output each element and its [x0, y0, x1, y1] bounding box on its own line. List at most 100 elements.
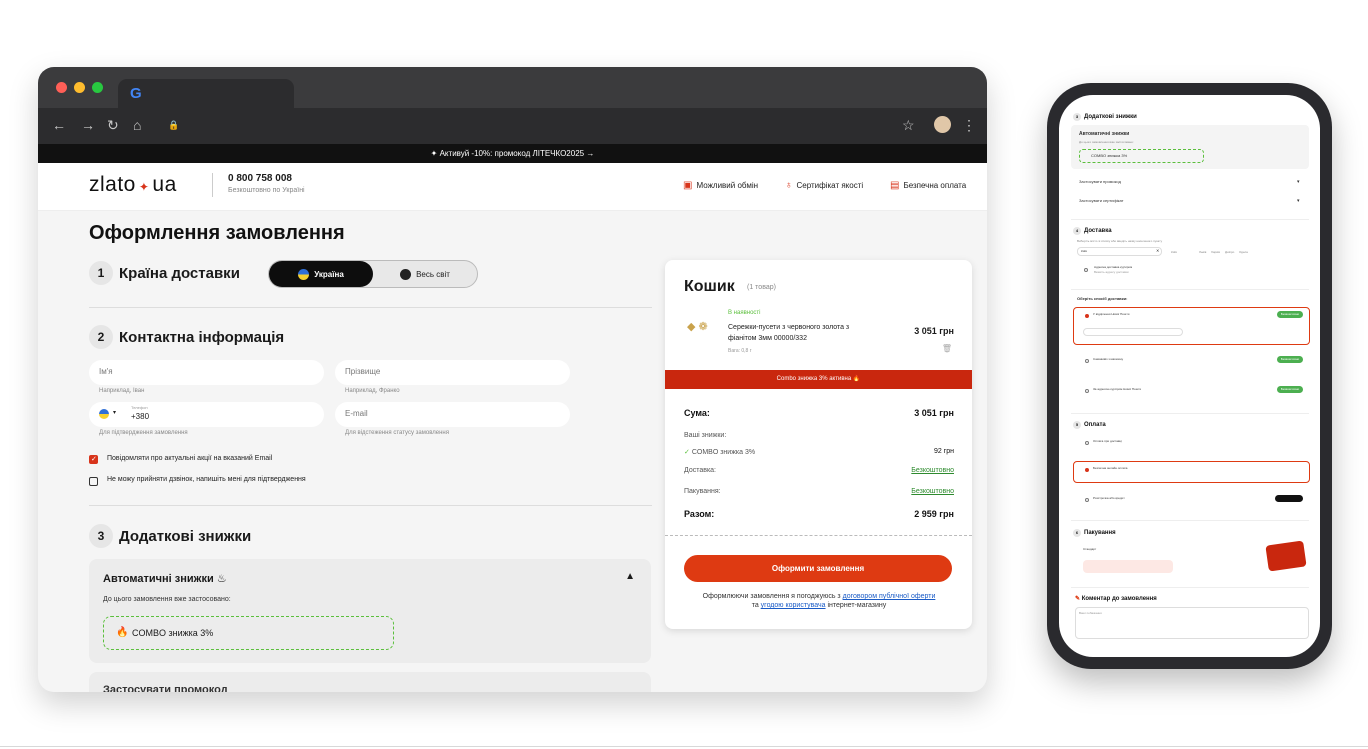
product-name[interactable]: Сережки-пусети з червоного золота з фіан…	[728, 322, 873, 344]
bookmark-star-icon[interactable]: ☆	[902, 117, 915, 134]
m-comment-textarea[interactable]	[1075, 607, 1309, 639]
reload-icon[interactable]: ↻	[107, 117, 119, 134]
close-icon[interactable]: ✕	[1156, 248, 1159, 253]
m-addr-sub: Вкажіть адресу доставки	[1094, 270, 1129, 274]
m-divider	[1071, 413, 1309, 414]
trash-icon[interactable]: 🗑	[942, 344, 952, 353]
chevron-down-icon: ▾	[113, 410, 117, 416]
m-radio[interactable]	[1085, 498, 1089, 502]
country-option-ukraine[interactable]: Україна	[269, 261, 373, 287]
last-name-hint: Наприклад, Франко	[345, 388, 400, 394]
auto-discounts-subtitle: До цього замовлення вже застосовано:	[103, 596, 231, 603]
close-window-icon[interactable]	[56, 82, 67, 93]
ukraine-flag-icon	[298, 268, 310, 280]
m-branch-select[interactable]	[1083, 328, 1183, 336]
menu-kebab-icon[interactable]: ⋮	[962, 117, 976, 134]
product-price: 3 051 грн	[914, 326, 954, 336]
m-city-chip[interactable]: Дніпро	[1225, 250, 1234, 254]
phone-screen: 3 Додаткові знижки Автоматичні знижки До …	[1059, 95, 1320, 657]
m-addr-option: Адресна доставка кур'єром	[1094, 265, 1133, 269]
combo-discount-badge: 🔥 COMBO знижка 3%	[103, 616, 394, 650]
user-agreement-link[interactable]: угодою користувача	[761, 602, 826, 609]
maximize-window-icon[interactable]	[92, 82, 103, 93]
m-installment-badge	[1275, 495, 1303, 502]
m-free-badge: Безкоштовно	[1277, 356, 1303, 363]
step-country: 1 Країна доставки	[89, 261, 240, 285]
last-name-input[interactable]: Прізвище	[335, 360, 570, 385]
browser-toolbar: ← → ↻ ⌂ 🔒 ☆ ⋮	[38, 108, 987, 144]
forward-icon[interactable]: →	[81, 117, 95, 133]
email-input[interactable]: E-mail	[335, 402, 570, 427]
browser-tab[interactable]: G	[118, 79, 294, 109]
combo-row: ✓ COMBO знижка 3% 92 грн	[684, 448, 954, 456]
promo-code-accordion[interactable]: Застосувати промокод	[89, 672, 651, 692]
auto-discounts-card: Автоматичні знижки ♨ ▲ До цього замовлен…	[89, 559, 651, 663]
browser-tabbar: G	[38, 67, 987, 109]
lock-icon: 🔒	[168, 120, 180, 130]
m-combo-label: COMBO знижка 3%	[1091, 153, 1128, 158]
product-thumbnail[interactable]: ◆ ❁	[687, 320, 719, 336]
m-step-discounts: 3 Додаткові знижки	[1073, 113, 1137, 121]
payment-icon: ▤	[890, 180, 900, 191]
site-logo[interactable]: zlato ✦ ua	[89, 173, 177, 197]
back-icon[interactable]: ←	[52, 117, 66, 133]
hotline-number[interactable]: 0 800 758 008	[228, 173, 292, 184]
m-city-chip[interactable]: Київ	[1171, 250, 1177, 254]
phone-input[interactable]: ▾ Телефон +380	[89, 402, 324, 427]
flame-icon: ♨	[216, 573, 227, 585]
profile-avatar[interactable]	[934, 116, 951, 133]
promo-bar[interactable]: ✦ Активуй -10%: промокод ЛІТЕЧКО2025 →	[38, 144, 987, 163]
m-divider	[1071, 587, 1309, 588]
place-order-button[interactable]: Оформити замовлення	[684, 555, 952, 582]
m-delivery-sub: Виберіть місто зі списку або введіть наз…	[1077, 239, 1163, 243]
email-hint: Для відстеження статусу замовлення	[345, 430, 449, 436]
no-call-label: Не можу прийняти дзвінок, напишіть мені …	[107, 476, 306, 483]
country-option-world[interactable]: Весь світ	[373, 261, 477, 287]
m-radio[interactable]	[1085, 389, 1089, 393]
m-radio-selected[interactable]	[1085, 314, 1089, 318]
no-call-checkbox[interactable]	[89, 477, 98, 486]
m-city-chip[interactable]: Львів	[1199, 250, 1206, 254]
chevron-down-icon[interactable]: ▾	[1297, 179, 1300, 185]
chevron-down-icon[interactable]: ▾	[1297, 198, 1300, 204]
country-toggle: Україна Весь світ	[268, 260, 478, 288]
promo-email-checkbox[interactable]	[89, 455, 98, 464]
m-step-packing: 6 Пакування	[1073, 529, 1116, 537]
m-radio-selected[interactable]	[1085, 468, 1089, 472]
combo-active-banner: Combo знижка 3% активна 🔥	[665, 370, 972, 389]
cart-title: Кошик	[684, 278, 735, 295]
header-link-certificate[interactable]: ♁ Сертифікат якості	[785, 180, 863, 191]
page: G ← → ↻ ⌂ 🔒 ☆ ⋮ ✦ Активуй -10%: промокод…	[0, 0, 1368, 749]
globe-icon	[400, 268, 412, 280]
phone-mockup: 3 Додаткові знижки Автоматичні знижки До …	[1047, 83, 1332, 669]
step-discounts: 3 Додаткові знижки	[89, 524, 251, 548]
section-divider	[89, 505, 652, 506]
m-auto-title[interactable]: Автоматичні знижки	[1079, 131, 1129, 137]
phone-hint: Для підтвердження замовлення	[99, 430, 188, 436]
m-divider	[1071, 520, 1309, 521]
m-step-payment: 5 Оплата	[1073, 421, 1106, 429]
minimize-window-icon[interactable]	[74, 82, 85, 93]
m-promo-accordion[interactable]: Застосувати промокод	[1079, 179, 1121, 184]
first-name-input[interactable]: Ім'я	[89, 360, 324, 385]
m-divider	[1071, 289, 1309, 290]
chevron-up-icon[interactable]: ▲	[625, 571, 635, 582]
m-free-badge: Безкоштовно	[1277, 311, 1303, 318]
m-pay2-label: Безпечна онлайн оплата	[1093, 466, 1128, 470]
auto-discounts-title[interactable]: Автоматичні знижки ♨	[103, 572, 227, 585]
m-cert-accordion[interactable]: Застосувати сертифікат	[1079, 198, 1123, 203]
m-pay-option-2[interactable]	[1073, 461, 1310, 483]
m-city-chip[interactable]: Харків	[1211, 250, 1220, 254]
total-row: Разом: 2 959 грн	[684, 509, 954, 519]
m-city-input[interactable]	[1077, 247, 1162, 256]
section-divider	[89, 307, 652, 308]
offer-link[interactable]: договором публічної оферти	[843, 593, 936, 600]
header-link-exchange[interactable]: ▣ Можливий обмін	[683, 180, 758, 191]
header-link-payment[interactable]: ▤ Безпечна оплата	[890, 180, 966, 191]
m-radio[interactable]	[1085, 441, 1089, 445]
m-addr-radio[interactable]	[1084, 268, 1088, 272]
home-icon[interactable]: ⌂	[133, 117, 141, 133]
m-city-chip[interactable]: Одеса	[1239, 250, 1248, 254]
m-radio[interactable]	[1085, 359, 1089, 363]
hotline-caption: Безкоштовно по Україні	[228, 187, 305, 194]
